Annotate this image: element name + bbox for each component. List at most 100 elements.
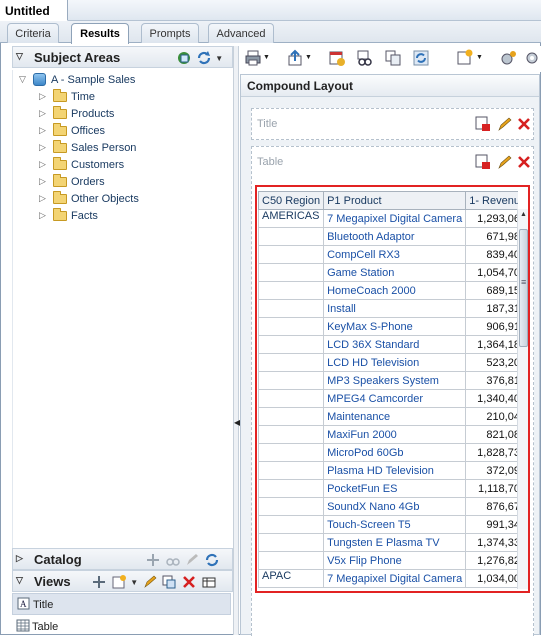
expand-triangle-icon[interactable]: ▷	[39, 176, 46, 187]
product-cell[interactable]: Plasma HD Television	[323, 461, 467, 480]
refresh-icon[interactable]	[204, 552, 220, 568]
region-cell-empty	[258, 551, 325, 570]
table-row: V5x Flip Phone1,276,820	[258, 551, 518, 570]
edit-pencil-icon[interactable]	[184, 552, 200, 568]
editor-tabs: Criteria Results Prompts Advanced	[0, 21, 541, 44]
product-cell[interactable]: Maintenance	[323, 407, 467, 426]
product-cell[interactable]: KeyMax S-Phone	[323, 317, 467, 336]
edit-pencil-icon[interactable]	[497, 116, 513, 132]
product-cell[interactable]: LCD HD Television	[323, 353, 467, 372]
product-cell[interactable]: CompCell RX3	[323, 245, 467, 264]
print-icon[interactable]	[244, 49, 262, 67]
add-view-icon[interactable]	[91, 574, 107, 590]
chevron-down-icon[interactable]: ▼	[263, 54, 270, 61]
collapse-arrow-icon[interactable]: ◀	[234, 418, 240, 430]
product-cell[interactable]: Touch-Screen T5	[323, 515, 467, 534]
edit-pencil-icon[interactable]	[142, 574, 158, 590]
product-cell[interactable]: 7 Megapixel Digital Camera	[323, 569, 467, 588]
panel-splitter[interactable]: ◀	[233, 46, 240, 635]
product-cell[interactable]: Bluetooth Adaptor	[323, 227, 467, 246]
duplicate-icon[interactable]	[384, 49, 402, 67]
collapse-triangle-icon[interactable]: ▽	[16, 51, 23, 62]
chevron-down-icon[interactable]: ▼	[305, 54, 312, 61]
tab-criteria[interactable]: Criteria	[7, 23, 59, 43]
revenue-cell: 1,118,700	[465, 479, 518, 498]
format-container-icon[interactable]	[475, 154, 491, 170]
product-cell[interactable]: Game Station	[323, 263, 467, 282]
scroll-up-arrow-icon[interactable]: ▲	[520, 211, 527, 218]
results-table-viewport: C50 Region P1 Product 1- Revenue AMERICA…	[258, 191, 518, 590]
svg-text:A: A	[20, 599, 27, 609]
product-cell[interactable]: SoundX Nano 4Gb	[323, 497, 467, 516]
column-header-region[interactable]: C50 Region	[258, 191, 325, 210]
product-cell[interactable]: Install	[323, 299, 467, 318]
product-cell[interactable]: Tungsten E Plasma TV	[323, 533, 467, 552]
expand-triangle-icon[interactable]: ▷	[16, 553, 23, 564]
product-cell[interactable]: MaxiFun 2000	[323, 425, 467, 444]
chevron-down-icon[interactable]: ▼	[476, 54, 483, 61]
expand-triangle-icon[interactable]: ▷	[39, 159, 46, 170]
export-icon[interactable]	[286, 49, 304, 67]
revenue-cell: 523,207	[465, 353, 518, 372]
chevron-down-icon[interactable]: ▼	[215, 54, 223, 63]
new-view-icon[interactable]	[111, 574, 127, 590]
table-view-icon	[16, 619, 30, 632]
column-header-product[interactable]: P1 Product	[323, 191, 467, 210]
column-header-revenue[interactable]: 1- Revenue	[465, 191, 518, 210]
title-view-container[interactable]: Title	[251, 108, 534, 140]
edit-properties-icon[interactable]	[500, 49, 518, 67]
tab-prompts[interactable]: Prompts	[141, 23, 199, 43]
product-cell[interactable]: HomeCoach 2000	[323, 281, 467, 300]
scrollbar-thumb[interactable]	[519, 229, 528, 347]
tab-advanced[interactable]: Advanced	[208, 23, 274, 43]
new-view-icon[interactable]	[456, 49, 474, 67]
revenue-cell: 187,315	[465, 299, 518, 318]
expand-triangle-icon[interactable]: ▷	[39, 91, 46, 102]
remove-view-icon[interactable]	[517, 116, 531, 132]
revenue-cell: 1,054,701	[465, 263, 518, 282]
expand-triangle-icon[interactable]: ▷	[39, 125, 46, 136]
table-row: MP3 Speakers System376,816	[258, 371, 518, 390]
product-cell[interactable]: PocketFun ES	[323, 479, 467, 498]
table-row: APAC7 Megapixel Digital Camera1,034,000	[258, 569, 518, 588]
refresh-icon[interactable]	[196, 50, 212, 66]
delete-icon[interactable]	[181, 574, 197, 590]
region-cell-empty	[258, 371, 325, 390]
duplicate-view-icon[interactable]	[161, 574, 177, 590]
folder-icon	[53, 123, 67, 136]
revenue-cell: 689,154	[465, 281, 518, 300]
schedule-icon[interactable]	[328, 49, 346, 67]
product-cell[interactable]: MicroPod 60Gb	[323, 443, 467, 462]
tab-results[interactable]: Results	[71, 23, 129, 44]
view-item-title[interactable]: A Title	[12, 593, 231, 615]
settings-icon[interactable]	[523, 49, 541, 67]
properties-icon[interactable]	[201, 574, 217, 590]
format-container-icon[interactable]	[475, 116, 491, 132]
expanded-triangle-icon[interactable]: ▽	[19, 74, 26, 85]
product-cell[interactable]: MP3 Speakers System	[323, 371, 467, 390]
region-cell-empty	[258, 533, 325, 552]
results-toolbar: ▼ ▼ ▼	[240, 46, 541, 72]
refresh-icon[interactable]	[412, 49, 430, 67]
show-filters-icon[interactable]	[356, 49, 374, 67]
product-cell[interactable]: V5x Flip Phone	[323, 551, 467, 570]
product-cell[interactable]: MPEG4 Camcorder	[323, 389, 467, 408]
add-subject-area-icon[interactable]	[176, 50, 192, 66]
product-cell[interactable]: 7 Megapixel Digital Camera	[323, 209, 467, 228]
collapse-triangle-icon[interactable]: ▽	[16, 575, 23, 586]
view-item-label: Title	[33, 599, 54, 611]
table-scrollbar[interactable]: ▲ ≡	[517, 209, 529, 589]
remove-view-icon[interactable]	[517, 154, 531, 170]
title-view-toolbar	[463, 116, 531, 134]
expand-triangle-icon[interactable]: ▷	[39, 210, 46, 221]
chevron-down-icon[interactable]: ▼	[130, 578, 138, 587]
add-icon[interactable]	[145, 552, 161, 568]
product-cell[interactable]: LCD 36X Standard	[323, 335, 467, 354]
expand-triangle-icon[interactable]: ▷	[39, 108, 46, 119]
expand-triangle-icon[interactable]: ▷	[39, 142, 46, 153]
edit-pencil-icon[interactable]	[497, 154, 513, 170]
table-row: LCD HD Television523,207	[258, 353, 518, 372]
document-tab[interactable]: Untitled	[0, 0, 68, 21]
view-properties-icon[interactable]	[165, 552, 181, 568]
expand-triangle-icon[interactable]: ▷	[39, 193, 46, 204]
